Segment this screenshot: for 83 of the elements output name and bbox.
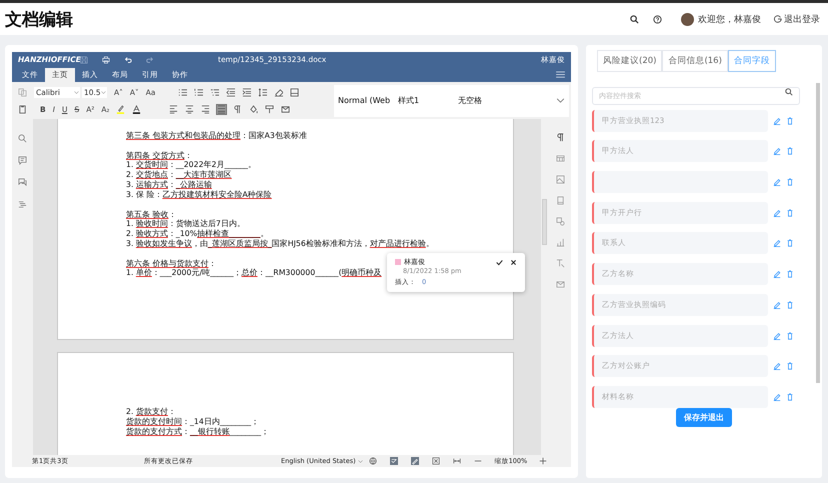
delete-icon[interactable] [786, 116, 794, 125]
delete-icon[interactable] [786, 239, 794, 248]
edit-icon[interactable] [773, 392, 781, 401]
list-bullets-icon[interactable] [178, 88, 187, 96]
save-icon[interactable] [80, 56, 88, 64]
field-input[interactable] [592, 171, 768, 194]
align-left-icon[interactable] [169, 104, 178, 114]
globe-icon[interactable] [368, 457, 377, 465]
delete-icon[interactable] [786, 392, 794, 401]
close-icon[interactable] [510, 258, 517, 266]
edit-icon[interactable] [773, 239, 781, 248]
author-swatch [395, 259, 401, 265]
format-painter-icon[interactable] [265, 104, 274, 114]
shapes-icon[interactable] [556, 217, 564, 226]
delete-icon[interactable] [786, 270, 794, 278]
delete-icon[interactable] [786, 147, 794, 156]
menu-icon[interactable] [556, 71, 565, 78]
zoom-in-icon[interactable] [539, 457, 548, 465]
edit-icon[interactable] [773, 362, 781, 370]
panel-tab[interactable]: 风险建议(20) [597, 50, 662, 72]
style-option[interactable]: Normal (Web [338, 96, 398, 105]
font-color-icon[interactable] [132, 104, 142, 114]
edit-icon[interactable] [773, 208, 781, 217]
panel-tab[interactable]: 合同信息(16) [662, 50, 728, 72]
chart-icon[interactable] [556, 238, 564, 247]
navigation-icon[interactable] [18, 200, 27, 209]
fill-icon[interactable] [290, 88, 299, 96]
delete-icon[interactable] [786, 208, 794, 217]
indent-increase-icon[interactable] [242, 88, 251, 96]
check-icon[interactable] [496, 258, 503, 266]
chevron-down-icon [74, 90, 79, 94]
edit-icon[interactable] [773, 332, 781, 340]
highlighter-icon[interactable] [116, 104, 126, 114]
undo-icon[interactable] [124, 56, 132, 64]
scrollbar[interactable] [816, 83, 820, 383]
edit-icon[interactable] [773, 270, 781, 278]
line-spacing-icon[interactable] [258, 88, 267, 96]
align-right-icon[interactable] [201, 104, 210, 114]
paragraph-mark-icon[interactable] [233, 104, 242, 114]
shading-icon[interactable] [249, 104, 258, 114]
indent-decrease-icon[interactable] [226, 88, 235, 96]
search-icon [785, 88, 793, 96]
redo-icon[interactable] [146, 56, 154, 64]
chevron-down-icon[interactable] [556, 98, 565, 103]
mail-icon[interactable] [281, 104, 290, 114]
delete-icon[interactable] [786, 362, 794, 370]
style-option[interactable]: 样式1 [398, 95, 458, 106]
edit-icon[interactable] [773, 116, 781, 125]
image-icon[interactable] [556, 175, 564, 184]
align-justify-icon[interactable] [217, 104, 226, 114]
chevron-down-icon [358, 460, 363, 462]
align-center-icon[interactable] [185, 104, 194, 114]
welcome-text: 欢迎您，林嘉俊 [698, 14, 761, 26]
edit-icon[interactable] [773, 178, 781, 186]
logout-icon [774, 15, 782, 23]
table-icon[interactable] [556, 154, 564, 163]
chat-icon[interactable] [18, 178, 27, 187]
logout-button[interactable]: 退出登录 [774, 12, 820, 26]
search-icon[interactable] [630, 14, 639, 24]
chevron-down-icon [101, 90, 106, 94]
list-multilevel-icon[interactable] [210, 88, 219, 96]
fit-page-icon[interactable] [432, 457, 440, 465]
help-icon[interactable] [653, 14, 662, 24]
eraser-icon[interactable] [274, 88, 283, 96]
spellcheck-icon[interactable] [390, 457, 398, 465]
comment-icon[interactable] [18, 156, 27, 165]
save-button[interactable]: 保存并退出 [676, 408, 732, 427]
delete-icon[interactable] [786, 178, 794, 186]
edit-icon[interactable] [773, 147, 781, 156]
paste-icon[interactable] [18, 104, 27, 114]
text-art-icon[interactable] [556, 259, 564, 268]
app-title: 文档编辑 [5, 8, 73, 30]
style-option[interactable]: 无空格 [458, 95, 518, 106]
edit-icon[interactable] [773, 300, 781, 309]
copy-icon[interactable] [18, 88, 27, 96]
list-numbered-icon[interactable] [194, 88, 203, 96]
page-icon[interactable] [556, 196, 564, 205]
avatar[interactable] [681, 12, 694, 26]
delete-icon[interactable] [786, 300, 794, 309]
fit-width-icon[interactable] [452, 457, 461, 465]
print-icon[interactable] [102, 56, 110, 64]
paragraph-mark-icon[interactable] [556, 133, 564, 142]
delete-icon[interactable] [786, 332, 794, 340]
